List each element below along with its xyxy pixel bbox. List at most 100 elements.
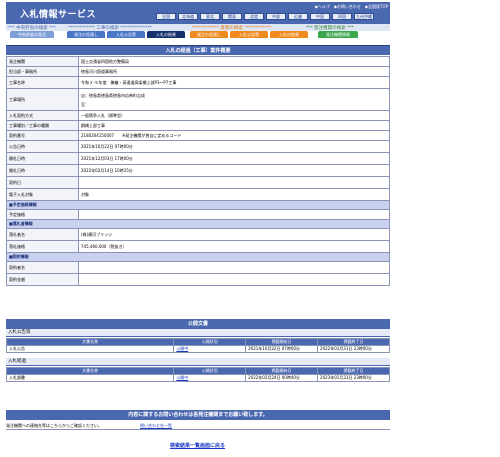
field-value: 2021年10月22日 07時00分 — [78, 140, 390, 153]
tab-central-orders[interactable]: 中央府省の発注 — [10, 31, 54, 38]
table-row: 入札調書 公開中 2022年02月24日 00時40分 2023年01月31日 … — [5, 374, 390, 382]
table-row: 工事場所 自：徳島県徳島県徳島市応神町吉成 至： — [6, 88, 390, 111]
site-header: 入札情報サービス ◆ヘルプ ◆お問い合わせ ◆全国版TOP 全国 北海道 東北 … — [6, 2, 390, 24]
contact-list-link[interactable]: 問い合わせ先一覧 — [140, 423, 172, 429]
tab-services-notices[interactable]: 入札公告等 — [230, 31, 268, 38]
region-tab-chugoku[interactable]: 中国 — [310, 13, 330, 20]
field-label: 工事場所 — [6, 88, 79, 111]
back-to-results-link[interactable]: 検索結果一覧画面に戻る — [170, 442, 225, 449]
field-label: 発注機関 — [6, 56, 79, 67]
field-label: 入札契約方式 — [6, 110, 79, 121]
contact-row: 発注機関への連絡先等はこちらからご確認ください。 問い合わせ先一覧 — [6, 421, 390, 430]
table-row: 契約番号 2180304150007 ※発注機関が独自に定めるコード — [6, 130, 390, 141]
category-bar: *** 中央府省の検索 *** ************ 工事の検索 *****… — [6, 24, 390, 31]
region-tab-national[interactable]: 全国 — [156, 13, 176, 20]
document-name: 入札公告 — [5, 345, 175, 353]
result-documents-title: 入札経過 — [6, 358, 390, 366]
field-label: 工事種別／工事の種類 — [6, 120, 79, 131]
region-tab-hokuriku[interactable]: 北陸 — [244, 13, 264, 20]
column-header: 公開状況 — [173, 338, 247, 346]
notice-documents-title: 入札公告等 — [6, 329, 390, 337]
field-label: 契約番号 — [6, 130, 79, 141]
table-row: 入札公告 公開中 2021年10月22日 07時00分 2022年01月31日 … — [5, 345, 390, 353]
table-row: 工事名称 令和３-５年度 撫養・高速道高架橋上部P3～P7工事 — [6, 76, 390, 89]
national-top-link[interactable]: ◆全国版TOP — [365, 4, 388, 10]
field-value — [78, 176, 390, 189]
tab-services-results[interactable]: 入札の結果 — [270, 31, 308, 38]
field-value — [78, 261, 390, 274]
field-label: 契約者名 — [6, 261, 79, 274]
field-value: 国土交通省四国地方整備局 — [78, 56, 390, 67]
table-row: 入札契約方式 一般競争入札（標準型） — [6, 110, 390, 121]
field-value: 鋼橋上部工事 — [78, 120, 390, 131]
detail-table: 発注機関 国土交通省四国地方整備局 担当部・事務所 徳島河川国道事務所 工事名称 令和… — [6, 56, 390, 286]
table-row: 公告日時 2021年10月22日 07時00分 — [6, 140, 390, 153]
contract-section-title: ■契約情報 — [6, 252, 390, 262]
document-status-link[interactable]: 公開中 — [176, 375, 188, 380]
document-start-date: 2021年10月22日 07時00分 — [245, 345, 319, 353]
table-row: 落札者名 (株)横河ブリッジ — [6, 228, 390, 241]
column-header: 掲載開始日 — [245, 338, 319, 346]
tab-construction-outlook[interactable]: 発注の見通し — [67, 31, 105, 38]
region-tab-chubu[interactable]: 中部 — [266, 13, 286, 20]
help-link[interactable]: ◆ヘルプ — [315, 4, 330, 10]
winner-section-title: ■落札者情報 — [6, 219, 390, 229]
contact-text: 発注機関への連絡先等はこちらからご確認ください。 — [6, 423, 102, 428]
region-tab-kinki[interactable]: 近畿 — [288, 13, 308, 20]
field-value: 令和３-５年度 撫養・高速道高架橋上部P3～P7工事 — [78, 76, 390, 89]
field-label: 契約日 — [6, 176, 79, 189]
field-label: 予定価格 — [6, 209, 79, 220]
region-tab-kyushu-okinawa[interactable]: 九州沖縄 — [354, 13, 374, 20]
field-value: 対象 — [78, 188, 390, 201]
region-tab-tohoku[interactable]: 東北 — [200, 13, 220, 20]
tab-agency-info[interactable]: 発注機関情報 — [318, 31, 358, 38]
field-label: 落札価格 — [6, 240, 79, 253]
table-row: 工事種別／工事の種類 鋼橋上部工事 — [6, 120, 390, 131]
region-tab-hokkaido[interactable]: 北海道 — [178, 13, 198, 20]
nav-tabs: 中央府省の発注 発注の見通し 入札公告等 入札の結果 発注の見通し 入札公告等 … — [6, 31, 390, 39]
field-value: 745,460,000（税抜き） — [78, 240, 390, 253]
field-value — [78, 273, 390, 286]
document-name: 入札調書 — [5, 374, 175, 382]
table-row: 発注機関 国土交通省四国地方整備局 — [6, 56, 390, 67]
table-row: 担当部・事務所 徳島河川国道事務所 — [6, 66, 390, 77]
table-row: 開札日時 2022年02月14日 10時15分 — [6, 164, 390, 177]
column-header: 公開状況 — [173, 367, 247, 375]
field-value: 2021年12月03日 17時00分 — [78, 152, 390, 165]
field-value — [78, 209, 390, 220]
region-tab-shikoku[interactable]: 四国 — [332, 13, 352, 20]
column-header: 掲載終了日 — [317, 338, 390, 346]
table-row: 契約日 — [6, 176, 390, 189]
page-title: 入札の経過（工事）案件概要 — [6, 45, 390, 55]
field-value: 一般競争入札（標準型） — [78, 110, 390, 121]
table-row: 電子入札対象 対象 — [6, 188, 390, 201]
documents-title: 公開文書 — [6, 319, 390, 329]
document-end-date: 2022年01月31日 23時00分 — [317, 345, 390, 353]
result-documents-table: 文書名称 公開状況 掲載開始日 掲載終了日 入札調書 公開中 2022年02月2… — [5, 367, 390, 382]
field-value: 自：徳島県徳島県徳島市応神町吉成 至： — [78, 88, 390, 111]
document-start-date: 2022年02月24日 00時40分 — [245, 374, 319, 382]
column-header: 文書名称 — [5, 367, 175, 375]
document-status: 公開中 — [173, 374, 247, 382]
document-status-link[interactable]: 公開中 — [176, 346, 188, 351]
table-row: 契約金額 — [6, 273, 390, 286]
tab-construction-results[interactable]: 入札の結果 — [147, 31, 185, 38]
field-value: (株)横河ブリッジ — [78, 228, 390, 241]
field-label: 電子入札対象 — [6, 188, 79, 201]
table-row: 落札価格 745,460,000（税抜き） — [6, 240, 390, 253]
table-row: 予定価格 — [6, 209, 390, 220]
field-label: 開札日時 — [6, 164, 79, 177]
table-row: 開札日時 2021年12月03日 17時00分 — [6, 152, 390, 165]
region-tab-kanto[interactable]: 関東 — [222, 13, 242, 20]
estimate-section-title: ■予定価格情報 — [6, 200, 390, 210]
tab-construction-notices[interactable]: 入札公告等 — [107, 31, 145, 38]
document-end-date: 2023年01月31日 23時00分 — [317, 374, 390, 382]
notice-documents-table: 文書名称 公開状況 掲載開始日 掲載終了日 入札公告 公開中 2021年10月2… — [5, 338, 390, 353]
table-header-row: 文書名称 公開状況 掲載開始日 掲載終了日 — [5, 338, 390, 346]
column-header: 掲載開始日 — [245, 367, 319, 375]
section-header: ■契約情報 — [6, 252, 390, 262]
field-label: 契約金額 — [6, 273, 79, 286]
tab-services-outlook[interactable]: 発注の見通し — [190, 31, 228, 38]
table-header-row: 文書名称 公開状況 掲載開始日 掲載終了日 — [5, 367, 390, 375]
contact-us-link[interactable]: ◆お問い合わせ — [334, 4, 361, 10]
